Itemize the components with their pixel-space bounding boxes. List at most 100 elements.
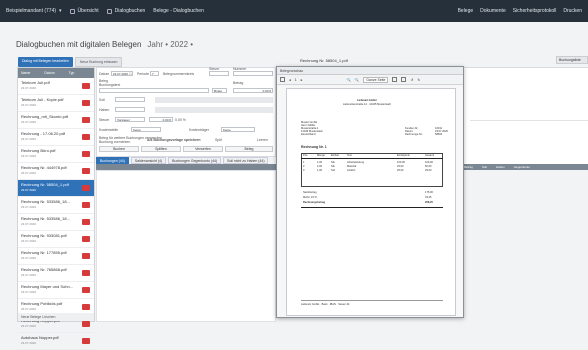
list-item-date: 23.07.2020 [21,205,37,209]
doc-table-cell: 100,00 [425,161,433,164]
col-betrag[interactable]: Betrag [464,165,473,169]
nav-overview[interactable]: Übersicht [69,8,99,14]
list-item[interactable]: Rechnung Mayer und Sohn... 23.07.2020 [18,282,94,299]
buchen-button[interactable]: Buchen [99,146,139,152]
rotate-left-icon[interactable]: ↺ [410,78,413,82]
page-title: Dialogbuchen mit digitalen Belegen Jahr •… [16,40,193,49]
doc-table-cell: 1,00 [317,169,323,172]
document-list-footer[interactable]: Neue Belege Löschen [18,313,94,321]
book-icon [106,8,112,14]
doc-table-cell: Arbeitsleistung [347,161,365,164]
kostenstelle-select[interactable]: Keine [131,127,161,132]
next-page-icon[interactable]: ▸ [301,78,303,82]
doc-table-cell: Material [347,165,357,168]
col-date[interactable]: Datum [44,71,54,75]
haben-input[interactable] [115,107,145,112]
rotate-right-icon[interactable]: ↻ [417,78,420,82]
nav-belege[interactable]: Belege - Dialogbuchen [153,8,204,14]
doc-table-cell: Std [331,169,335,172]
top-navigation-bar: Beispielmandant (774) ▾ Übersicht Dialogb… [0,0,588,22]
zoom-select[interactable]: Ganze Seite [363,76,389,83]
col-haben[interactable]: Haben [496,165,505,169]
new-booking-button[interactable]: Neue Buchung erfassen [74,57,123,67]
buchungstext-label: Buchungstext [99,83,121,87]
list-item[interactable]: Telekom Juli - Kopie.pdf 23.07.2020 [18,95,94,112]
topbar-belege[interactable]: Belege [458,8,474,14]
print-icon[interactable] [280,77,285,82]
list-item[interactable]: Rechnung Nr. 444978.pdf 23.07.2020 [18,163,94,180]
soll-input[interactable] [115,97,145,102]
tab-soll-haben[interactable]: Soll nicht zu Haben (44) [223,157,269,164]
doc-table-cell: Stk [331,165,335,168]
save-template-checkbox[interactable]: Als Buchungsvorlage speichern [147,138,201,142]
zoom-in-icon[interactable]: 🔍 [355,78,359,82]
doc-total: MwSt. 19 % [303,196,317,199]
tab-gegenkonto[interactable]: Buchungen Gegenkonto (44) [168,157,222,164]
steuer-input[interactable] [209,71,229,76]
pdf-icon [82,321,90,327]
list-item-date: 23.07.2020 [21,103,37,107]
page-number[interactable]: 1 [295,78,297,82]
list-item[interactable]: Autohaus Nopper.pdf 23.07.2020 [18,333,94,350]
zoom-out-icon[interactable]: 🔍 [346,78,350,82]
col-name[interactable]: Name [21,71,30,75]
doc-total: 175,00 [425,191,433,194]
datum-input[interactable]: 23.07.2020 ☐ [111,71,133,76]
kostenstelle-label: Kostenstelle [99,128,119,132]
document-list-panel: Name Datum Typ Telekom Juli.pdf 23.07.202… [17,67,95,350]
booking-list-button[interactable]: Buchungsliste [556,56,588,64]
prev-page-icon[interactable]: ◂ [289,78,291,82]
list-item[interactable]: Rechnung Büro.pdf 23.07.2020 [18,146,94,163]
list-item[interactable]: Rechnung Nr. 533586_18... 23.07.2020 [18,214,94,231]
col-type[interactable]: Typ [69,71,75,75]
list-item-date: 23.07.2020 [21,256,37,260]
betrag-input[interactable]: 0,00 € [233,88,273,93]
nummer-input[interactable] [233,71,273,76]
steuer-select[interactable]: Vorsteuer [115,117,145,122]
datum-label: Datum [99,72,110,76]
list-item[interactable]: Rechnung Nr. 533586_18... 23.07.2020 [18,197,94,214]
company-select[interactable]: Beispielmandant (774) ▾ [6,8,62,14]
fit-width-icon[interactable] [392,77,398,82]
list-item-name: Rechnung Nr. 58504_1.pdf [21,182,69,187]
pdf-icon [82,304,90,310]
tab-buchungen[interactable]: Buchungen (44) [96,157,129,164]
buchungstext-input[interactable] [99,88,209,93]
doc-table-cell: Anfahrt [347,169,356,172]
doc-company: Lieferant GmbH [357,99,377,102]
list-item[interactable]: Rechnung Nr. 765868.pdf 23.07.2020 [18,265,94,282]
tab-saldenansicht[interactable]: Saldenansicht (4) [130,157,167,164]
check-vormerken[interactable]: Buchung vormerken [99,140,130,144]
list-item[interactable]: Telekom Juli.pdf 23.07.2020 [18,78,94,95]
split-checkbox[interactable]: Split [215,138,222,142]
list-item-name: Rechnung Nr. 533586_18... [21,216,70,221]
dialog-belege-button[interactable]: Dialog mit Belegen bearbeiten [18,57,73,67]
col-gegenkonto[interactable]: Gegenkonto [514,165,530,169]
pdf-icon [82,253,90,259]
topbar-drucken[interactable]: Drucken [563,8,582,14]
topbar-protokoll[interactable]: Sicherheitsprotokoll [513,8,557,14]
splitten-button[interactable]: Splitten [141,146,181,152]
list-item[interactable]: Rechnung_mit_Skonto.pdf 23.07.2020 [18,112,94,129]
fit-page-icon[interactable] [401,77,407,82]
periode-select[interactable]: 7 [150,71,159,76]
list-item[interactable]: Rechnung Nr. 933081.pdf 23.07.2020 [18,231,94,248]
topbar-dokumente[interactable]: Dokumente [480,8,506,14]
year-select[interactable]: Jahr • 2022 • [147,40,193,49]
list-item[interactable]: Rechnung - 17.06.20.pdf 23.07.2020 [18,129,94,146]
nav-dialogbuchen[interactable]: Dialogbuchen [106,8,145,14]
kostentraeger-select[interactable]: Keine [221,127,255,132]
clear-checkbox[interactable]: Leeren [257,138,268,142]
list-item-name: Rechnung - 17.06.20.pdf [21,131,66,136]
beleg-button[interactable]: Beleg [225,146,273,152]
doc-total: 208,25 [425,201,433,204]
document-name: Rechnung Nr. 58504_1.pdf [300,58,348,63]
verwerfen-button[interactable]: Verwerfen [183,146,223,152]
doc-table-cell: 50,00 [425,165,432,168]
list-item-name: Rechnung Nr. 533586_18... [21,199,70,204]
brutto-select[interactable]: Brutto [212,88,227,93]
bookings-table-body [96,170,276,322]
col-soll[interactable]: Soll [482,165,487,169]
list-item[interactable]: Rechnung Nr. 58504_1.pdf 23.07.2020 [18,180,94,197]
list-item[interactable]: Rechnung Nr. 177855.pdf 23.07.2020 [18,248,94,265]
